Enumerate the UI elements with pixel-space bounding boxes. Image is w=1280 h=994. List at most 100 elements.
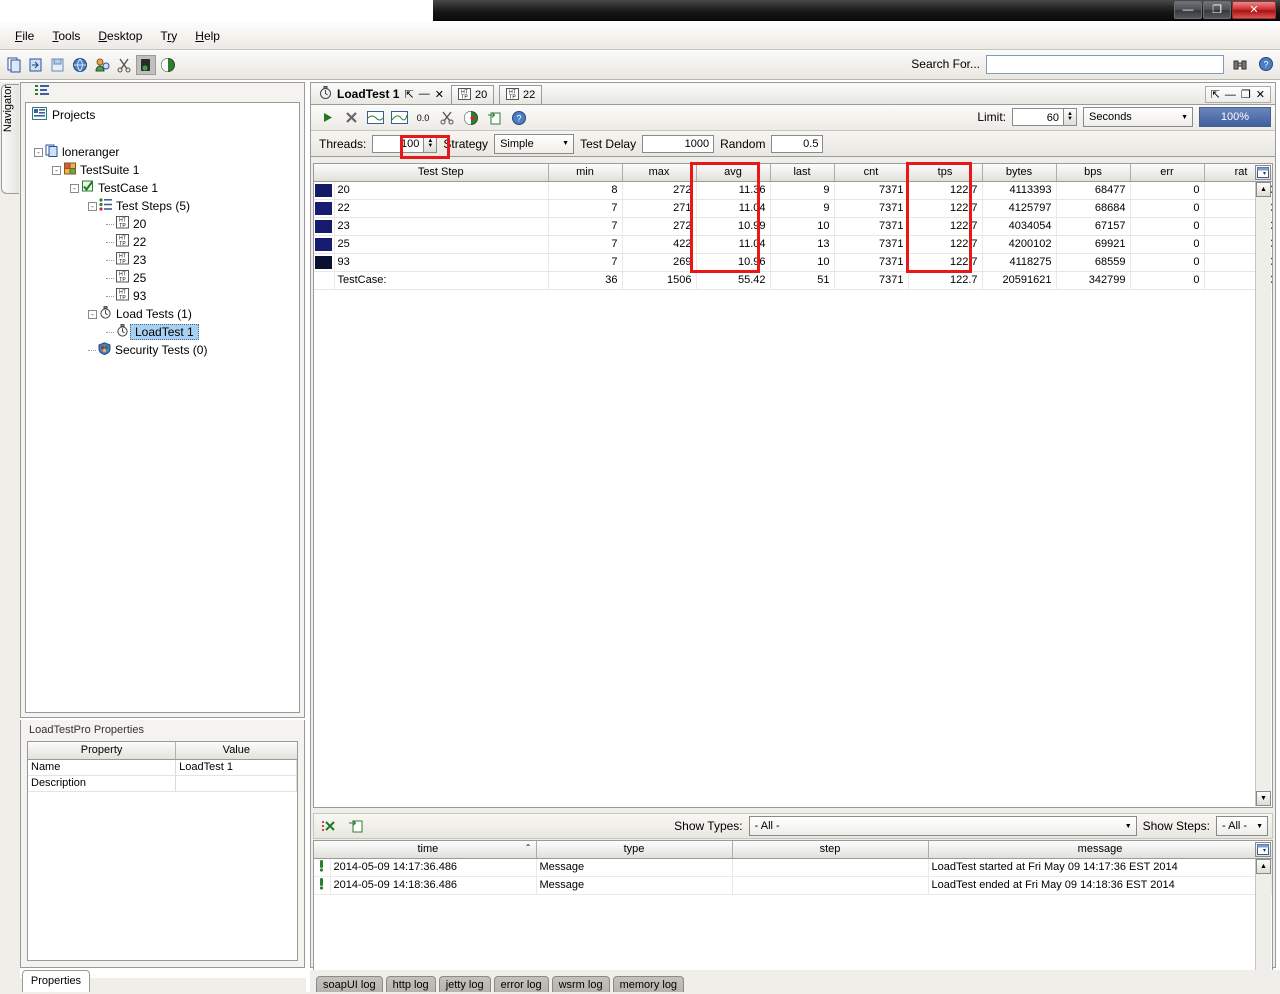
- statistics-col-cnt[interactable]: cnt: [834, 164, 909, 182]
- sidebar-item-20[interactable]: HT TP 20: [26, 215, 299, 233]
- statistics-table-container[interactable]: Test Step min max avg last cnt tps bytes…: [313, 163, 1273, 808]
- search-input[interactable]: [986, 54, 1224, 74]
- table-row[interactable]: Description: [28, 775, 297, 792]
- import-project-icon[interactable]: [26, 55, 46, 75]
- table-row[interactable]: Name LoadTest 1: [28, 759, 297, 776]
- column-chooser-icon[interactable]: [1255, 842, 1271, 857]
- run-icon[interactable]: [317, 108, 337, 128]
- sidebar-item-loadtest-1[interactable]: LoadTest 1: [26, 323, 299, 341]
- table-row[interactable]: 93726910.96107371122.741182756855900: [314, 253, 1272, 272]
- table-row[interactable]: 2014-05-09 14:17:36.486 Message LoadTest s…: [314, 858, 1272, 877]
- log-col-step[interactable]: step: [732, 841, 929, 859]
- statistics-col-max[interactable]: max: [622, 164, 697, 182]
- help-icon[interactable]: ?: [509, 108, 529, 128]
- panel-close-icon[interactable]: ✕: [1256, 88, 1265, 101]
- property-description-value[interactable]: [175, 775, 297, 792]
- test-delay-input[interactable]: [642, 134, 715, 153]
- os-minimize-button[interactable]: —: [1174, 1, 1202, 19]
- list-view-icon[interactable]: [35, 85, 49, 99]
- statistics-vertical-scrollbar[interactable]: ▲ ▼: [1255, 182, 1271, 806]
- table-row[interactable]: 23727210.99107371122.740340546715700: [314, 217, 1272, 236]
- tree-expander[interactable]: -: [88, 309, 97, 319]
- server-icon[interactable]: [136, 54, 156, 75]
- log-col-message[interactable]: message: [928, 841, 1272, 859]
- threads-spinner[interactable]: ▲ ▼: [424, 134, 438, 153]
- new-project-icon[interactable]: [4, 55, 24, 75]
- tab-teststep-20[interactable]: HT TP 20: [451, 85, 495, 104]
- forum-icon[interactable]: [70, 55, 90, 75]
- table-row[interactable]: 2014-05-09 14:18:36.486 Message LoadTest e…: [314, 876, 1272, 895]
- tree-expander[interactable]: -: [52, 165, 61, 175]
- sidebar-item-testcase-1[interactable]: - TestCase 1: [26, 179, 299, 197]
- log-col-type[interactable]: type: [536, 841, 733, 859]
- statistics-col-min[interactable]: min: [548, 164, 623, 182]
- statistics-col-avg[interactable]: avg: [696, 164, 771, 182]
- sidebar-item-test-steps-5[interactable]: - Test Steps (5): [26, 197, 299, 215]
- table-row[interactable]: 20827211.3697371122.741133936847700: [314, 181, 1272, 200]
- reset-icon[interactable]: [365, 108, 385, 128]
- save-all-projects-icon[interactable]: [48, 55, 68, 75]
- table-row[interactable]: 25742211.04137371122.742001026992100: [314, 235, 1272, 254]
- show-steps-select[interactable]: - All - ▼: [1216, 816, 1268, 836]
- loadtest-detach-icon[interactable]: ⇱: [404, 88, 413, 101]
- table-row[interactable]: TestCase: 36 1506 55.42 51 7371 122.7 20591621 3…: [314, 271, 1272, 290]
- tab-teststep-22[interactable]: HT TP 22: [499, 85, 543, 104]
- statistics-col-bps[interactable]: bps: [1056, 164, 1131, 182]
- sidebar-item-22[interactable]: HT TP 22: [26, 233, 299, 251]
- menu-try[interactable]: Try: [151, 26, 186, 46]
- configure-icon[interactable]: [437, 108, 457, 128]
- clear-log-icon[interactable]: [320, 816, 340, 836]
- random-input[interactable]: [771, 134, 824, 153]
- projects-root[interactable]: Projects: [26, 103, 299, 123]
- tree-expander[interactable]: -: [88, 201, 97, 211]
- table-row[interactable]: 22727111.0497371122.741257976868400: [314, 199, 1272, 218]
- column-chooser-icon[interactable]: [1255, 165, 1271, 180]
- assertions-icon[interactable]: [461, 108, 481, 128]
- preferences-icon[interactable]: [92, 55, 112, 75]
- sidebar-item-load-tests-1[interactable]: - Load Tests (1): [26, 305, 299, 323]
- menu-desktop[interactable]: Desktop: [89, 26, 151, 46]
- loadtest-minimize-icon[interactable]: —: [419, 88, 430, 100]
- tree-expander[interactable]: -: [70, 183, 79, 193]
- statistics-icon[interactable]: 0.0: [413, 108, 433, 128]
- sidebar-item-loneranger[interactable]: - loneranger: [26, 143, 299, 161]
- threads-input[interactable]: [372, 134, 425, 153]
- os-maximize-button[interactable]: ❐: [1203, 1, 1231, 19]
- panel-minimize-icon[interactable]: —: [1225, 89, 1236, 101]
- limit-spinner[interactable]: ▲ ▼: [1064, 108, 1077, 126]
- tab-properties[interactable]: Properties: [22, 970, 90, 992]
- statistics-col-tps[interactable]: tps: [908, 164, 983, 182]
- loadtest-title-tab[interactable]: LoadTest 1 ⇱ — ✕: [313, 83, 450, 105]
- scroll-down-button[interactable]: ▼: [1256, 791, 1271, 806]
- limit-input[interactable]: [1012, 108, 1064, 126]
- navigator-tree[interactable]: Projects - loneranger - TestSuite 1- TestCas…: [25, 102, 300, 713]
- menu-tools[interactable]: Tools: [43, 26, 89, 46]
- sidebar-item-23[interactable]: HT TP 23: [26, 251, 299, 269]
- log-col-time[interactable]: time ⌃: [330, 841, 537, 859]
- sidebar-item-testsuite-1[interactable]: - TestSuite 1: [26, 161, 299, 179]
- sidebar-item-93[interactable]: HT TP 93: [26, 287, 299, 305]
- menu-file[interactable]: File: [6, 26, 43, 46]
- sidebar-item-security-tests-0[interactable]: Security Tests (0): [26, 341, 299, 359]
- export-log-icon[interactable]: [346, 816, 366, 836]
- show-types-select[interactable]: - All - ▼: [748, 816, 1137, 836]
- binoculars-icon[interactable]: [1230, 54, 1250, 74]
- os-close-button[interactable]: ✕: [1232, 1, 1276, 19]
- scroll-up-button[interactable]: ▲: [1256, 182, 1271, 197]
- sidebar-item-25[interactable]: HT TP 25: [26, 269, 299, 287]
- statistics-col-teststep[interactable]: Test Step: [334, 164, 549, 182]
- properties-table[interactable]: Property Value Name LoadTest 1 Descripti…: [27, 741, 298, 961]
- navigator-vertical-tab[interactable]: Navigator: [1, 84, 19, 194]
- tree-expander[interactable]: -: [34, 147, 43, 157]
- soapui-icon[interactable]: [158, 55, 178, 75]
- panel-maximize-icon[interactable]: ❐: [1241, 88, 1251, 101]
- strategy-select[interactable]: Simple ▼: [494, 133, 575, 154]
- limit-unit-select[interactable]: Seconds ▼: [1083, 107, 1193, 127]
- panel-restore-icon[interactable]: ⇱: [1211, 88, 1220, 101]
- statistics-col-bytes[interactable]: bytes: [982, 164, 1057, 182]
- clear-icon[interactable]: [389, 108, 409, 128]
- export-icon[interactable]: [485, 108, 505, 128]
- help-icon[interactable]: ?: [1256, 54, 1276, 74]
- property-name-value[interactable]: LoadTest 1: [175, 759, 297, 776]
- statistics-col-err[interactable]: err: [1130, 164, 1205, 182]
